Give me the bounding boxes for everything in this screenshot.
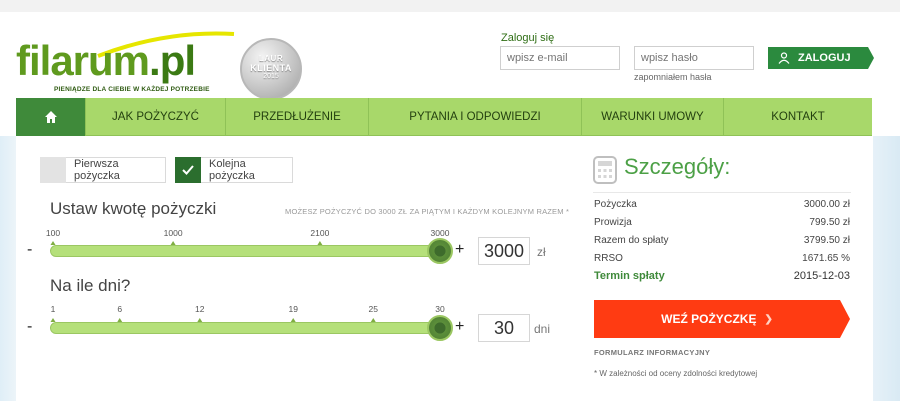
logo-tld: .pl (149, 37, 196, 84)
days-unit: dni (534, 322, 551, 336)
days-tick-label: 19 (288, 304, 298, 314)
details-rrso-value: 1671.65 % (802, 253, 850, 264)
login-title: Zaloguj się (501, 32, 555, 44)
details-due-value: 2015-12-03 (793, 270, 850, 282)
details-fee-label: Prowizja (594, 217, 632, 228)
nav-item-pytania[interactable]: PYTANIA I ODPOWIEDZI (369, 98, 582, 136)
details-rrso-label: RRSO (594, 253, 623, 264)
next-loan-checkbox[interactable] (175, 157, 201, 183)
check-icon (182, 165, 194, 175)
nav-item-warunki[interactable]: WARUNKI UMOWY (582, 98, 724, 136)
amount-tick-label: 2100 (310, 228, 330, 238)
nav-item-jak-pozyczyc[interactable]: JAK POŻYCZYĆ (86, 98, 226, 136)
details-loan-label: Pożyczka (594, 199, 637, 210)
amount-title: Ustaw kwotę pożyczki (50, 199, 217, 218)
top-strip (0, 0, 900, 12)
details-loan-value: 3000.00 zł (803, 199, 850, 210)
amount-slider-handle[interactable] (427, 238, 453, 264)
first-loan-label[interactable]: Pierwsza pożyczka (66, 157, 166, 183)
days-tick-label: 1 (50, 304, 56, 314)
email-input[interactable] (500, 46, 620, 70)
main-nav: JAK POŻYCZYĆ PRZEDŁUŻENIE PYTANIA I ODPO… (16, 98, 872, 136)
badge-line1: LAUR (258, 54, 284, 63)
amount-tick-label: 1000 (163, 228, 183, 238)
chevron-right-icon: ❯ (764, 313, 773, 325)
laur-klienta-badge: LAUR KLIENTA 2015 (240, 38, 302, 100)
days-value-box[interactable]: 30 (478, 314, 530, 342)
footnote: * W zależności od oceny zdolności kredyt… (594, 369, 758, 378)
days-tick-label: 25 (368, 304, 378, 314)
first-loan-checkbox[interactable] (40, 157, 66, 183)
nav-item-przedluzenie[interactable]: PRZEDŁUŻENIE (226, 98, 369, 136)
days-slider-track[interactable] (50, 322, 442, 334)
logo-text: filarum.pl (16, 37, 196, 84)
days-tick-label: 6 (117, 304, 123, 314)
logo-name: filarum (16, 37, 150, 84)
details-fee-value: 799.50 zł (809, 217, 850, 228)
form-info-link[interactable]: FORMULARZ INFORMACYJNY (594, 348, 710, 357)
nav-item-kontakt[interactable]: KONTAKT (724, 98, 872, 136)
login-button-label: ZALOGUJ (798, 52, 851, 64)
amount-plus-button[interactable]: + (455, 241, 464, 259)
login-button[interactable]: ZALOGUJ (768, 47, 874, 69)
home-icon (44, 111, 57, 123)
forgot-password-link[interactable]: zapomniałem hasła (634, 72, 712, 82)
logo[interactable]: filarum.pl PIENIĄDZE DLA CIEBIE W KAŻDEJ… (16, 31, 235, 98)
days-minus-button[interactable]: - (27, 318, 32, 336)
amount-value-box[interactable]: 3000 (478, 237, 530, 265)
logo-tagline: PIENIĄDZE DLA CIEBIE W KAŻDEJ POTRZEBIE (54, 86, 210, 93)
details-title: Szczegóły: (624, 154, 731, 179)
badge-line2: KLIENTA (250, 63, 292, 73)
days-slider-handle[interactable] (427, 315, 453, 341)
amount-note: MOŻESZ POŻYCZYĆ DO 3000 ZŁ ZA PIĄTYM I K… (285, 207, 570, 216)
badge-line3: 2015 (263, 73, 279, 80)
details-due-label: Termin spłaty (594, 270, 665, 282)
days-plus-button[interactable]: + (455, 318, 464, 336)
amount-tick-label: 100 (45, 228, 61, 238)
take-loan-arrow (840, 300, 850, 338)
take-loan-label: WEŹ POŻYCZKĘ (661, 312, 757, 326)
user-icon (778, 52, 790, 64)
details-sep (593, 192, 851, 193)
details-total-value: 3799.50 zł (803, 235, 850, 246)
details-total-label: Razem do spłaty (594, 235, 669, 246)
password-input[interactable] (634, 46, 754, 70)
nav-home[interactable] (16, 98, 86, 136)
days-tick-label: 30 (435, 304, 445, 314)
amount-minus-button[interactable]: - (27, 241, 32, 259)
days-title: Na ile dni? (50, 276, 131, 295)
amount-tick-label: 3000 (430, 228, 450, 238)
days-tick-label: 12 (195, 304, 205, 314)
header: filarum.pl PIENIĄDZE DLA CIEBIE W KAŻDEJ… (0, 12, 900, 100)
amount-unit: zł (537, 245, 546, 259)
login-button-arrow (868, 47, 874, 69)
take-loan-button[interactable]: WEŹ POŻYCZKĘ ❯ (594, 300, 850, 338)
calculator-icon (593, 156, 617, 184)
amount-slider-track[interactable] (50, 245, 442, 257)
next-loan-label[interactable]: Kolejna pożyczka (201, 157, 293, 183)
